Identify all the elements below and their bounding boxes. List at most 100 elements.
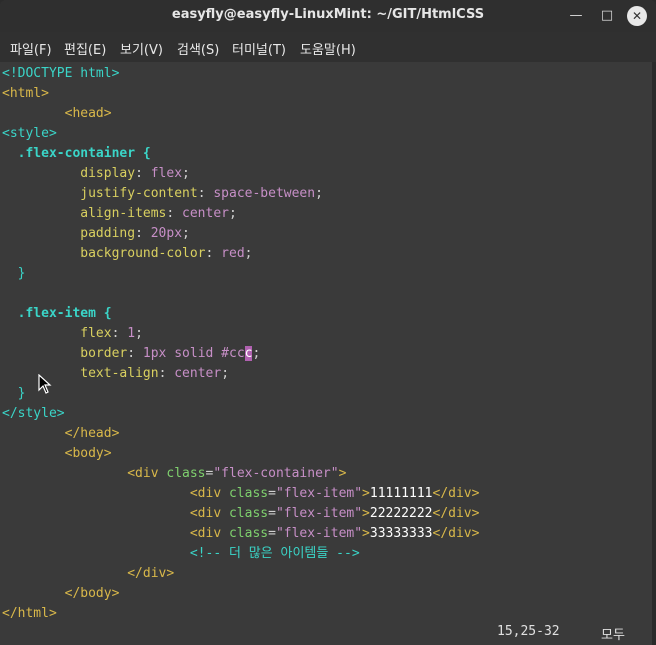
style-close-tag: </style>: [2, 406, 65, 421]
doctype: <!DOCTYPE html>: [2, 66, 120, 81]
tag-end: >: [362, 506, 370, 521]
item-text: 11111111: [369, 486, 433, 501]
div-close-tag: </div>: [432, 506, 480, 521]
code-line: <div class="flex-item">11111111</div>: [189, 486, 480, 501]
menu-help[interactable]: 도움말(H): [300, 39, 356, 58]
css-value: center: [174, 366, 222, 381]
code-line: text-align: center;: [80, 366, 230, 381]
window-title: easyfly@easyfly-LinuxMint: ~/GIT/HtmlCSS: [171, 7, 485, 22]
code-line: padding: 20px;: [80, 226, 190, 241]
css-property: padding: [80, 226, 136, 241]
div-close-tag: </div>: [432, 486, 480, 501]
menu-view[interactable]: 보기(V): [120, 39, 163, 58]
code-line: <div class="flex-container">: [127, 466, 347, 481]
html-comment: <!-- 더 많은 아이템들 -->: [189, 546, 360, 561]
tag-end: >: [362, 526, 370, 541]
menu-edit[interactable]: 편집(E): [64, 39, 106, 58]
item-text: 33333333: [369, 526, 433, 541]
body-open-tag: <body>: [64, 446, 112, 461]
attr-value: "flex-item": [275, 526, 363, 541]
scrollbar[interactable]: [652, 62, 656, 645]
style-open-tag: <style>: [2, 126, 57, 141]
html-open-tag: <html>: [2, 86, 49, 101]
menu-bar: 파일(F) 편집(E) 보기(V) 검색(S) 터미널(T) 도움말(H): [0, 32, 656, 62]
text-cursor: c: [244, 346, 253, 361]
css-brace: {: [95, 306, 112, 321]
code-line: .flex-container {: [2, 144, 151, 164]
code-line: }: [2, 264, 26, 284]
attr-name: class: [228, 526, 269, 541]
css-value: red: [221, 246, 245, 261]
code-line: <!-- 더 많은 아이템들 -->: [2, 544, 360, 564]
code-line: <!DOCTYPE html>: [2, 64, 119, 84]
head-open-tag: <head>: [64, 106, 112, 121]
scroll-indicator: 모두: [601, 628, 625, 643]
attr-value: "flex-item": [275, 506, 363, 521]
code-line: <div class="flex-item">22222222</div>: [189, 506, 480, 521]
code-line: flex: 1;: [80, 326, 143, 341]
css-selector: .flex-container: [17, 146, 136, 161]
mouse-pointer-icon: [38, 374, 52, 394]
div-close-tag: </div>: [127, 566, 175, 581]
css-brace: }: [17, 386, 26, 401]
code-line: align-items: center;: [80, 206, 237, 221]
div-open-tag: <div: [189, 506, 222, 521]
code-line: justify-content: space-between;: [80, 186, 323, 201]
css-property: align-items: [80, 206, 167, 221]
minimize-icon[interactable]: —: [566, 6, 586, 26]
code-line: <style>: [2, 124, 57, 144]
attr-name: class: [228, 486, 269, 501]
code-line: display: flex;: [80, 166, 190, 181]
css-brace: {: [135, 146, 151, 161]
attr-name: class: [166, 466, 206, 481]
code-line: }: [2, 384, 26, 404]
html-close-tag: </html>: [2, 606, 57, 621]
head-close-tag: </head>: [64, 426, 120, 441]
code-line: </head>: [2, 424, 120, 444]
css-value: 20px: [150, 226, 183, 241]
code-line: .flex-item {: [2, 304, 112, 324]
css-property: display: [80, 166, 136, 181]
tag-end: >: [338, 466, 347, 481]
title-bar[interactable]: easyfly@easyfly-LinuxMint: ~/GIT/HtmlCSS…: [0, 0, 656, 32]
code-line: <head>: [2, 104, 112, 124]
cursor-position: 15,25-32: [497, 624, 560, 639]
code-line: <div class="flex-item">33333333</div>: [189, 526, 480, 541]
code-line: </style>: [2, 404, 65, 424]
div-open-tag: <div: [189, 486, 222, 501]
code-line: </div>: [2, 564, 174, 584]
css-value: space-between: [213, 186, 316, 201]
css-value: 1px solid #cc: [142, 346, 245, 361]
css-selector: .flex-item: [17, 306, 96, 321]
css-property: text-align: [80, 366, 159, 381]
code-line: <body>: [2, 444, 112, 464]
attr-value: "flex-container": [213, 466, 339, 481]
css-value: center: [182, 206, 229, 221]
body-close-tag: </body>: [64, 586, 120, 601]
menu-terminal[interactable]: 터미널(T): [232, 39, 286, 58]
code-line: background-color: red;: [80, 246, 253, 261]
div-open-tag: <div: [127, 466, 159, 481]
code-editor[interactable]: <!DOCTYPE html> <html> <head> <style> .f…: [0, 62, 652, 621]
css-property: flex: [80, 326, 112, 341]
terminal-window: easyfly@easyfly-LinuxMint: ~/GIT/HtmlCSS…: [0, 0, 656, 645]
div-close-tag: </div>: [432, 526, 480, 541]
tag-end: >: [362, 486, 370, 501]
css-property: border: [80, 346, 128, 361]
attr-value: "flex-item": [275, 486, 363, 501]
css-brace: }: [17, 266, 26, 281]
css-value: 1: [127, 326, 136, 341]
close-icon[interactable]: ✕: [627, 6, 647, 26]
css-property: background-color: [80, 246, 206, 261]
item-text: 22222222: [369, 506, 433, 521]
status-line: 15,25-32 모두: [0, 620, 652, 645]
div-open-tag: <div: [189, 526, 222, 541]
css-property: justify-content: [80, 186, 198, 201]
maximize-icon[interactable]: □: [597, 6, 617, 26]
code-line: border: 1px solid #ccc;: [80, 346, 261, 361]
menu-search[interactable]: 검색(S): [177, 39, 219, 58]
attr-name: class: [228, 506, 269, 521]
code-line: <html>: [2, 84, 49, 104]
css-value: flex: [150, 166, 183, 181]
menu-file[interactable]: 파일(F): [10, 39, 52, 58]
